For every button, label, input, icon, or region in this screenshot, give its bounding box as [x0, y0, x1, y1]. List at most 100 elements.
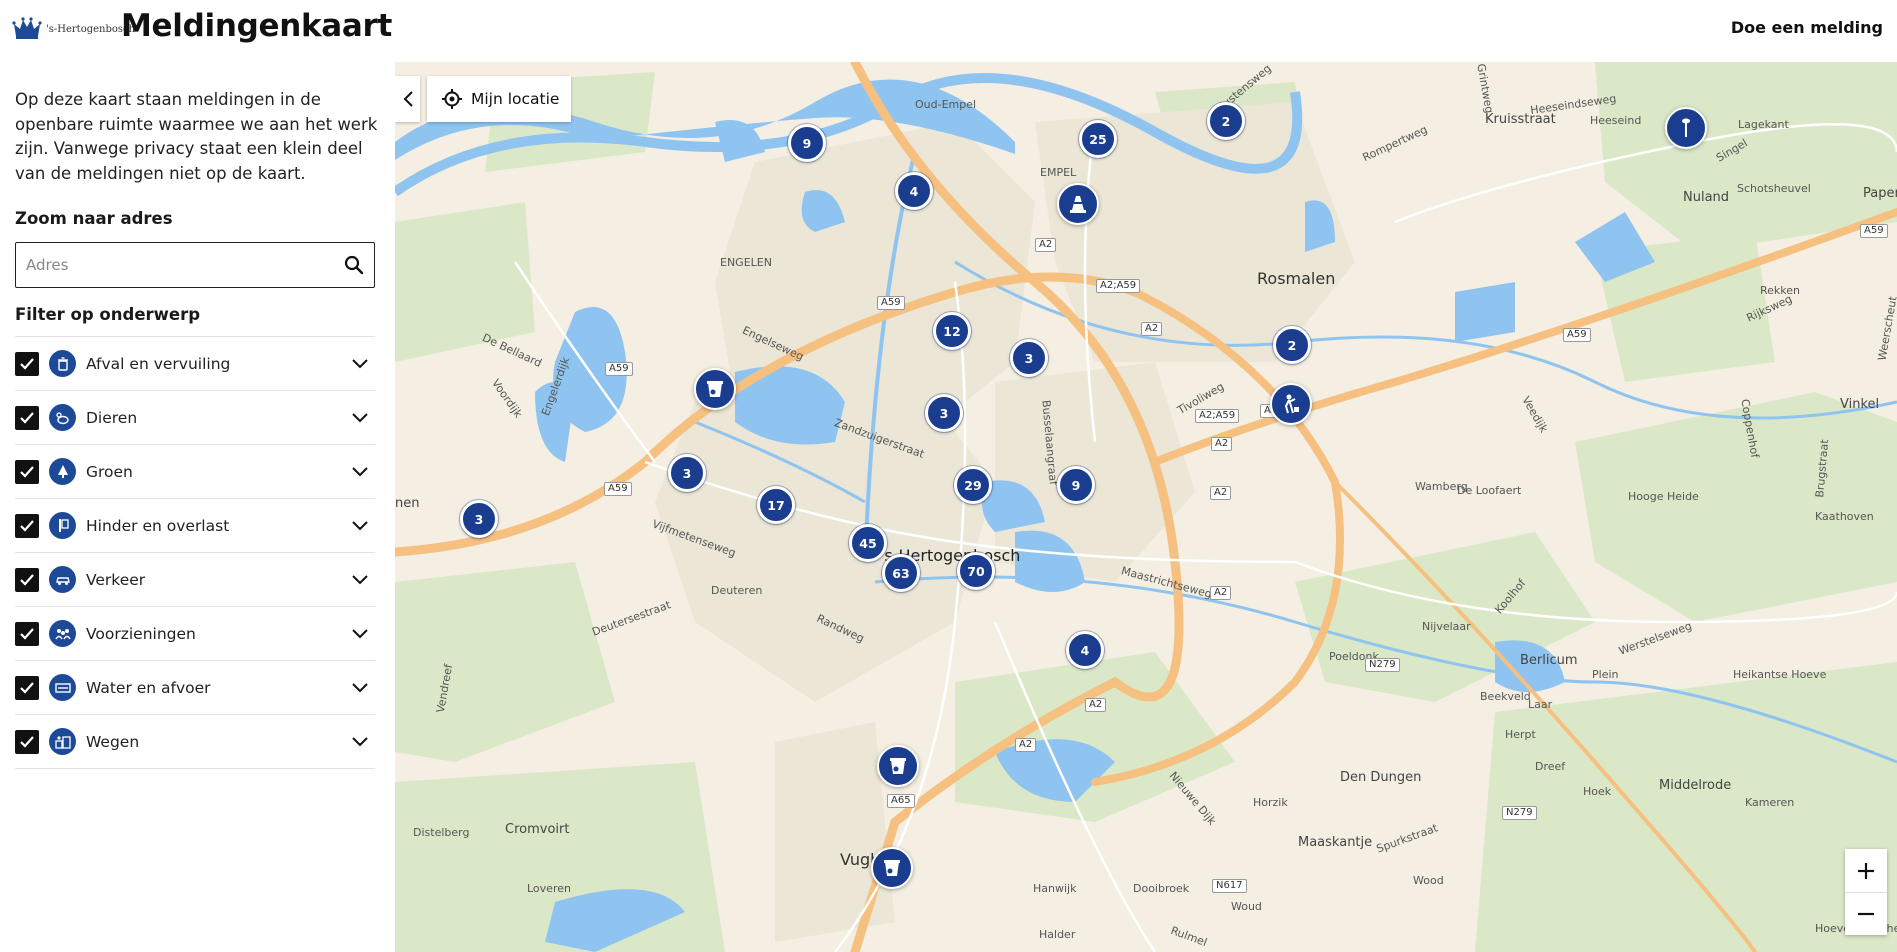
filter-list: Afval en vervuiling Dieren Groen Hinder … — [15, 336, 375, 769]
page-title: Meldingenkaart — [121, 8, 393, 44]
cluster-marker[interactable]: 70 — [957, 552, 995, 590]
minus-icon — [1858, 912, 1874, 916]
cluster-marker[interactable]: 2 — [1273, 326, 1311, 364]
cluster-marker[interactable]: 3 — [1010, 339, 1048, 377]
filter-label: Dieren — [86, 408, 138, 427]
map-view[interactable]: Oud-Empel EMPEL ENGELEN Rosmalen Kruisst… — [395, 62, 1897, 952]
filter-item-voorzieningen: Voorzieningen — [15, 607, 375, 661]
filter-checkbox[interactable] — [15, 351, 39, 376]
address-input[interactable] — [16, 243, 334, 287]
place-label: Loveren — [527, 882, 571, 895]
search-button[interactable] — [334, 243, 374, 287]
cluster-marker[interactable]: 12 — [933, 312, 971, 350]
place-label: Woud — [1231, 900, 1262, 913]
tree-icon — [49, 458, 76, 485]
collapse-sidebar-button[interactable] — [395, 76, 420, 122]
place-label: Dooibroek — [1133, 882, 1190, 895]
place-label: Deuteren — [711, 584, 763, 597]
traffic-cone-marker[interactable] — [1057, 183, 1099, 225]
worker-icon — [1284, 394, 1299, 414]
road-shield: A2 — [1035, 238, 1057, 252]
zoom-in-button[interactable] — [1845, 849, 1887, 892]
cluster-marker[interactable]: 4 — [1066, 631, 1104, 669]
place-label: Nuland — [1683, 190, 1730, 205]
cluster-marker[interactable]: 29 — [954, 466, 992, 504]
municipality-logo[interactable]: 's-Hertogenbosch — [12, 16, 135, 42]
place-label: Den Dungen — [1340, 770, 1422, 785]
locate-crosshair-icon — [442, 89, 462, 109]
traffic-cone-icon — [1070, 196, 1086, 213]
place-label: EMPEL — [1040, 166, 1077, 179]
address-search — [15, 242, 375, 288]
place-label: Schotsheuvel — [1737, 182, 1811, 195]
filter-label: Water en afvoer — [86, 678, 211, 697]
trash-bin-icon — [707, 381, 723, 397]
checkmark-icon — [20, 357, 34, 370]
cluster-marker[interactable]: 9 — [788, 124, 826, 162]
filter-checkbox[interactable] — [15, 513, 39, 538]
filter-checkbox[interactable] — [15, 567, 39, 592]
crown-crest-icon — [12, 17, 42, 39]
cluster-marker[interactable]: 3 — [925, 394, 963, 432]
place-label: Plein — [1592, 668, 1619, 681]
report-button[interactable]: Doe een melding — [1731, 18, 1883, 37]
filter-checkbox[interactable] — [15, 675, 39, 700]
place-label: Maaskantje — [1298, 835, 1373, 850]
road-shield: A59 — [604, 482, 632, 496]
cluster-marker[interactable]: 4 — [895, 172, 933, 210]
road-shield: N279 — [1502, 806, 1537, 820]
cluster-marker[interactable]: 9 — [1057, 466, 1095, 504]
cluster-marker[interactable]: 2 — [1207, 102, 1245, 140]
chevron-down-icon[interactable] — [345, 727, 375, 757]
zoom-to-address-label: Zoom naar adres — [15, 209, 173, 228]
filter-checkbox[interactable] — [15, 459, 39, 484]
filter-checkbox[interactable] — [15, 621, 39, 646]
checkmark-icon — [20, 573, 34, 586]
chevron-left-icon — [403, 91, 413, 107]
place-label: Vinkel — [1840, 397, 1880, 412]
chevron-down-icon[interactable] — [345, 673, 375, 703]
place-label: Laar — [1528, 698, 1553, 711]
cluster-marker[interactable]: 25 — [1079, 120, 1117, 158]
chevron-down-icon[interactable] — [345, 619, 375, 649]
chevron-down-icon[interactable] — [345, 511, 375, 541]
zoom-control — [1845, 849, 1887, 935]
zoom-out-button[interactable] — [1845, 892, 1887, 935]
cluster-marker[interactable]: 3 — [460, 500, 498, 538]
place-label: Wood — [1413, 874, 1444, 887]
intro-text: Op deze kaart staan meldingen in de open… — [15, 90, 378, 183]
cluster-marker[interactable]: 45 — [849, 524, 887, 562]
filter-item-hinder: Hinder en overlast — [15, 499, 375, 553]
cluster-marker[interactable]: 63 — [882, 554, 920, 592]
chevron-down-icon[interactable] — [345, 565, 375, 595]
place-label: Rosmalen — [1257, 269, 1336, 288]
place-label: Nijvelaar — [1422, 620, 1471, 633]
place-label: Kameren — [1745, 796, 1795, 809]
chevron-down-icon[interactable] — [345, 349, 375, 379]
road-shield: A2 — [1015, 738, 1037, 752]
filter-item-dieren: Dieren — [15, 391, 375, 445]
filter-checkbox[interactable] — [15, 405, 39, 430]
road-shield: A59 — [1860, 224, 1888, 238]
street-label: Rekken — [1760, 284, 1801, 297]
place-label: Heeseind — [1590, 114, 1642, 127]
car-icon — [49, 566, 76, 593]
chevron-down-icon[interactable] — [345, 457, 375, 487]
cluster-marker[interactable]: 3 — [668, 454, 706, 492]
trash-bin-marker[interactable] — [694, 368, 736, 410]
place-label: Cromvoirt — [505, 822, 570, 837]
worker-marker[interactable] — [1270, 383, 1312, 425]
place-label: Heikantse Hoeve — [1733, 668, 1827, 681]
my-location-label: Mijn locatie — [471, 90, 560, 108]
trash-bin-marker[interactable] — [877, 745, 919, 787]
filter-checkbox[interactable] — [15, 729, 39, 754]
streetlight-icon — [1682, 118, 1690, 137]
my-location-button[interactable]: Mijn locatie — [427, 76, 571, 122]
streetlight-marker[interactable] — [1665, 107, 1707, 149]
trash-bin-marker[interactable] — [871, 847, 913, 889]
cluster-marker[interactable]: 17 — [757, 486, 795, 524]
road-shield: A65 — [887, 794, 915, 808]
chevron-down-icon[interactable] — [345, 403, 375, 433]
sidebar: Op deze kaart staan meldingen in de open… — [0, 62, 395, 952]
checkmark-icon — [20, 411, 34, 424]
